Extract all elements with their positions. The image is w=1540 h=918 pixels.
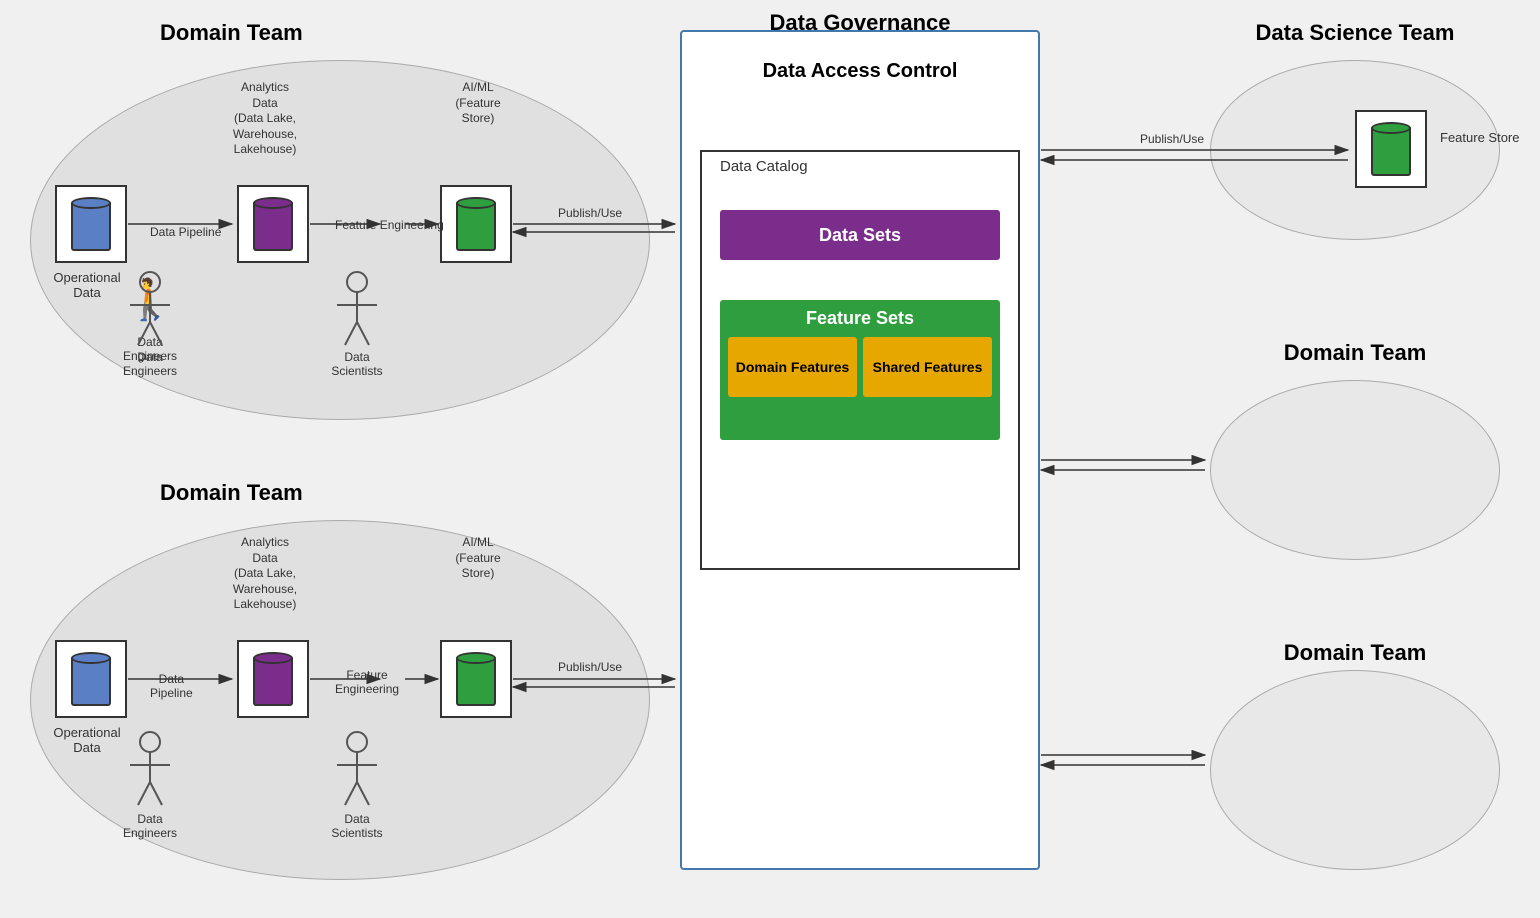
operational-data-top-box <box>55 185 127 263</box>
stick-figure-ds-bot <box>327 730 387 810</box>
publish-use-top-label: Publish/Use <box>558 206 622 220</box>
datasets-box: Data Sets <box>720 210 1000 260</box>
analytics-label-bot: AnalyticsData(Data Lake,Warehouse,Lakeho… <box>205 535 325 613</box>
op-data-bot-label: OperationalData <box>42 725 132 755</box>
aiml-label-bot: AI/ML(FeatureStore) <box>418 535 538 582</box>
ds-team-title: Data Science Team <box>1200 20 1510 46</box>
stick-figure-de-bot <box>120 730 180 810</box>
fe-label-top: Feature Engineering <box>335 218 444 232</box>
fe-label-bot: FeatureEngineering <box>335 668 399 696</box>
domain-right-mid-ellipse <box>1210 380 1500 560</box>
access-control-title: Data Access Control <box>690 60 1030 83</box>
data-scientists-bot-label: DataScientists <box>315 812 399 840</box>
featuresets-outer: Feature Sets Domain Features Shared Feat… <box>720 300 1000 440</box>
domain-features-box: Domain Features <box>728 337 857 397</box>
stick-figure-ds-top <box>327 270 387 350</box>
data-scientists-top-label: DataScientists <box>315 350 399 378</box>
dp-label-top: Data Pipeline <box>150 225 221 239</box>
domain-right-bot-title: Domain Team <box>1200 640 1510 666</box>
publish-use-ds-label: Publish/Use <box>1140 132 1204 146</box>
shared-features-box: Shared Features <box>863 337 992 397</box>
aiml-top-box <box>440 185 512 263</box>
featuresets-inner: Domain Features Shared Features <box>720 337 1000 405</box>
dp-label-bot: DataPipeline <box>150 672 193 700</box>
analytics-data-top-box <box>237 185 309 263</box>
domain-right-mid-title: Domain Team <box>1200 340 1510 366</box>
feature-store-ds-label: Feature Store <box>1440 130 1520 145</box>
stick-figure-de-top <box>120 270 180 350</box>
feature-store-ds-box <box>1355 110 1427 188</box>
operational-data-bot-box <box>55 640 127 718</box>
aiml-label-top: AI/ML(FeatureStore) <box>418 80 538 127</box>
datasets-label: Data Sets <box>819 225 901 246</box>
op-data-top-label: Operational Data <box>42 270 132 300</box>
diagram-container: Domain Team Operational Data AnalyticsDa… <box>0 0 1540 918</box>
domain-top-title: Domain Team <box>160 20 303 46</box>
analytics-data-bot-box <box>237 640 309 718</box>
analytics-label-top: AnalyticsData(Data Lake,Warehouse,Lakeho… <box>205 80 325 158</box>
data-engineers-top-label2: DataEngineers <box>108 350 192 378</box>
featuresets-label: Feature Sets <box>720 308 1000 329</box>
governance-title: Data Governance <box>720 10 1000 36</box>
aiml-bot-box <box>440 640 512 718</box>
domain-bottom-title: Domain Team <box>160 480 303 506</box>
data-engineers-bot-label: DataEngineers <box>108 812 192 840</box>
domain-right-bot-ellipse <box>1210 670 1500 870</box>
catalog-title: Data Catalog <box>720 158 808 175</box>
publish-use-bot-label: Publish/Use <box>558 660 622 674</box>
